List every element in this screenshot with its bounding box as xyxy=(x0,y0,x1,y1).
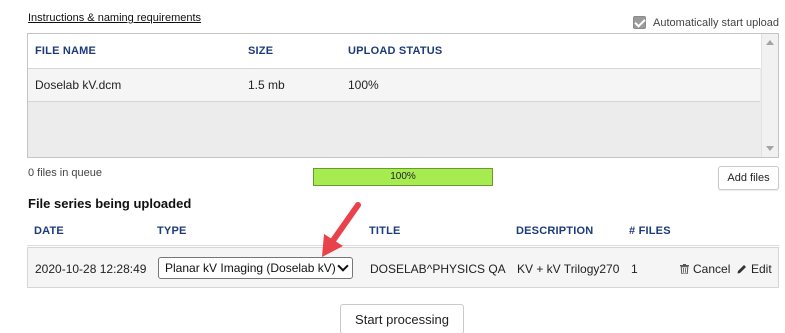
auto-start-checkbox[interactable] xyxy=(633,16,647,29)
upload-progress-bar: 100% xyxy=(313,168,493,186)
pencil-icon xyxy=(737,265,746,274)
instructions-link[interactable]: Instructions & naming requirements xyxy=(28,12,201,24)
col-file-name: FILE NAME xyxy=(35,45,97,57)
file-upload-status: 100% xyxy=(348,78,379,92)
auto-start-label: Automatically start upload xyxy=(653,16,779,29)
col-description: DESCRIPTION xyxy=(516,225,594,237)
col-date: DATE xyxy=(34,225,64,237)
file-size: 1.5 mb xyxy=(248,78,285,92)
series-table-header: DATE TYPE TITLE DESCRIPTION # FILES xyxy=(27,214,779,246)
edit-label: Edit xyxy=(751,262,772,276)
col-file-count: # FILES xyxy=(629,225,671,237)
col-type: TYPE xyxy=(157,225,187,237)
edit-button[interactable]: Edit xyxy=(737,262,772,276)
scroll-up-arrow-icon[interactable] xyxy=(766,40,774,45)
add-files-button[interactable]: Add files xyxy=(718,166,779,190)
series-section-title: File series being uploaded xyxy=(28,196,192,211)
col-upload-status: UPLOAD STATUS xyxy=(348,45,443,57)
chevron-down-icon xyxy=(337,260,349,272)
auto-start-option[interactable]: Automatically start upload xyxy=(633,16,779,29)
upload-file-list: FILE NAME SIZE UPLOAD STATUS Doselab kV.… xyxy=(27,33,779,158)
series-row: 2020-10-28 12:28:49 Planar kV Imaging (D… xyxy=(27,247,779,288)
col-title: TITLE xyxy=(369,225,401,237)
series-title: DOSELAB^PHYSICS QA xyxy=(370,262,506,276)
progress-label: 100% xyxy=(390,171,416,182)
file-list-scrollbar[interactable] xyxy=(761,34,778,157)
cancel-label: Cancel xyxy=(693,262,731,276)
file-table-header: FILE NAME SIZE UPLOAD STATUS xyxy=(28,34,778,68)
col-size: SIZE xyxy=(248,45,274,57)
scroll-down-arrow-icon[interactable] xyxy=(766,146,774,151)
file-name: Doselab kV.dcm xyxy=(35,78,122,92)
queue-info: 0 files in queue xyxy=(28,167,102,179)
series-file-count: 1 xyxy=(631,262,638,276)
file-row[interactable]: Doselab kV.dcm 1.5 mb 100% xyxy=(28,68,760,102)
trash-icon xyxy=(680,264,689,274)
series-date: 2020-10-28 12:28:49 xyxy=(35,262,147,276)
series-type-select[interactable]: Planar kV Imaging (Doselab kV) xyxy=(158,257,353,279)
series-type-value: Planar kV Imaging (Doselab kV) xyxy=(165,261,336,275)
series-description: KV + kV Trilogy270 xyxy=(517,262,620,276)
cancel-button[interactable]: Cancel xyxy=(680,262,730,276)
start-processing-button[interactable]: Start processing xyxy=(340,304,464,333)
